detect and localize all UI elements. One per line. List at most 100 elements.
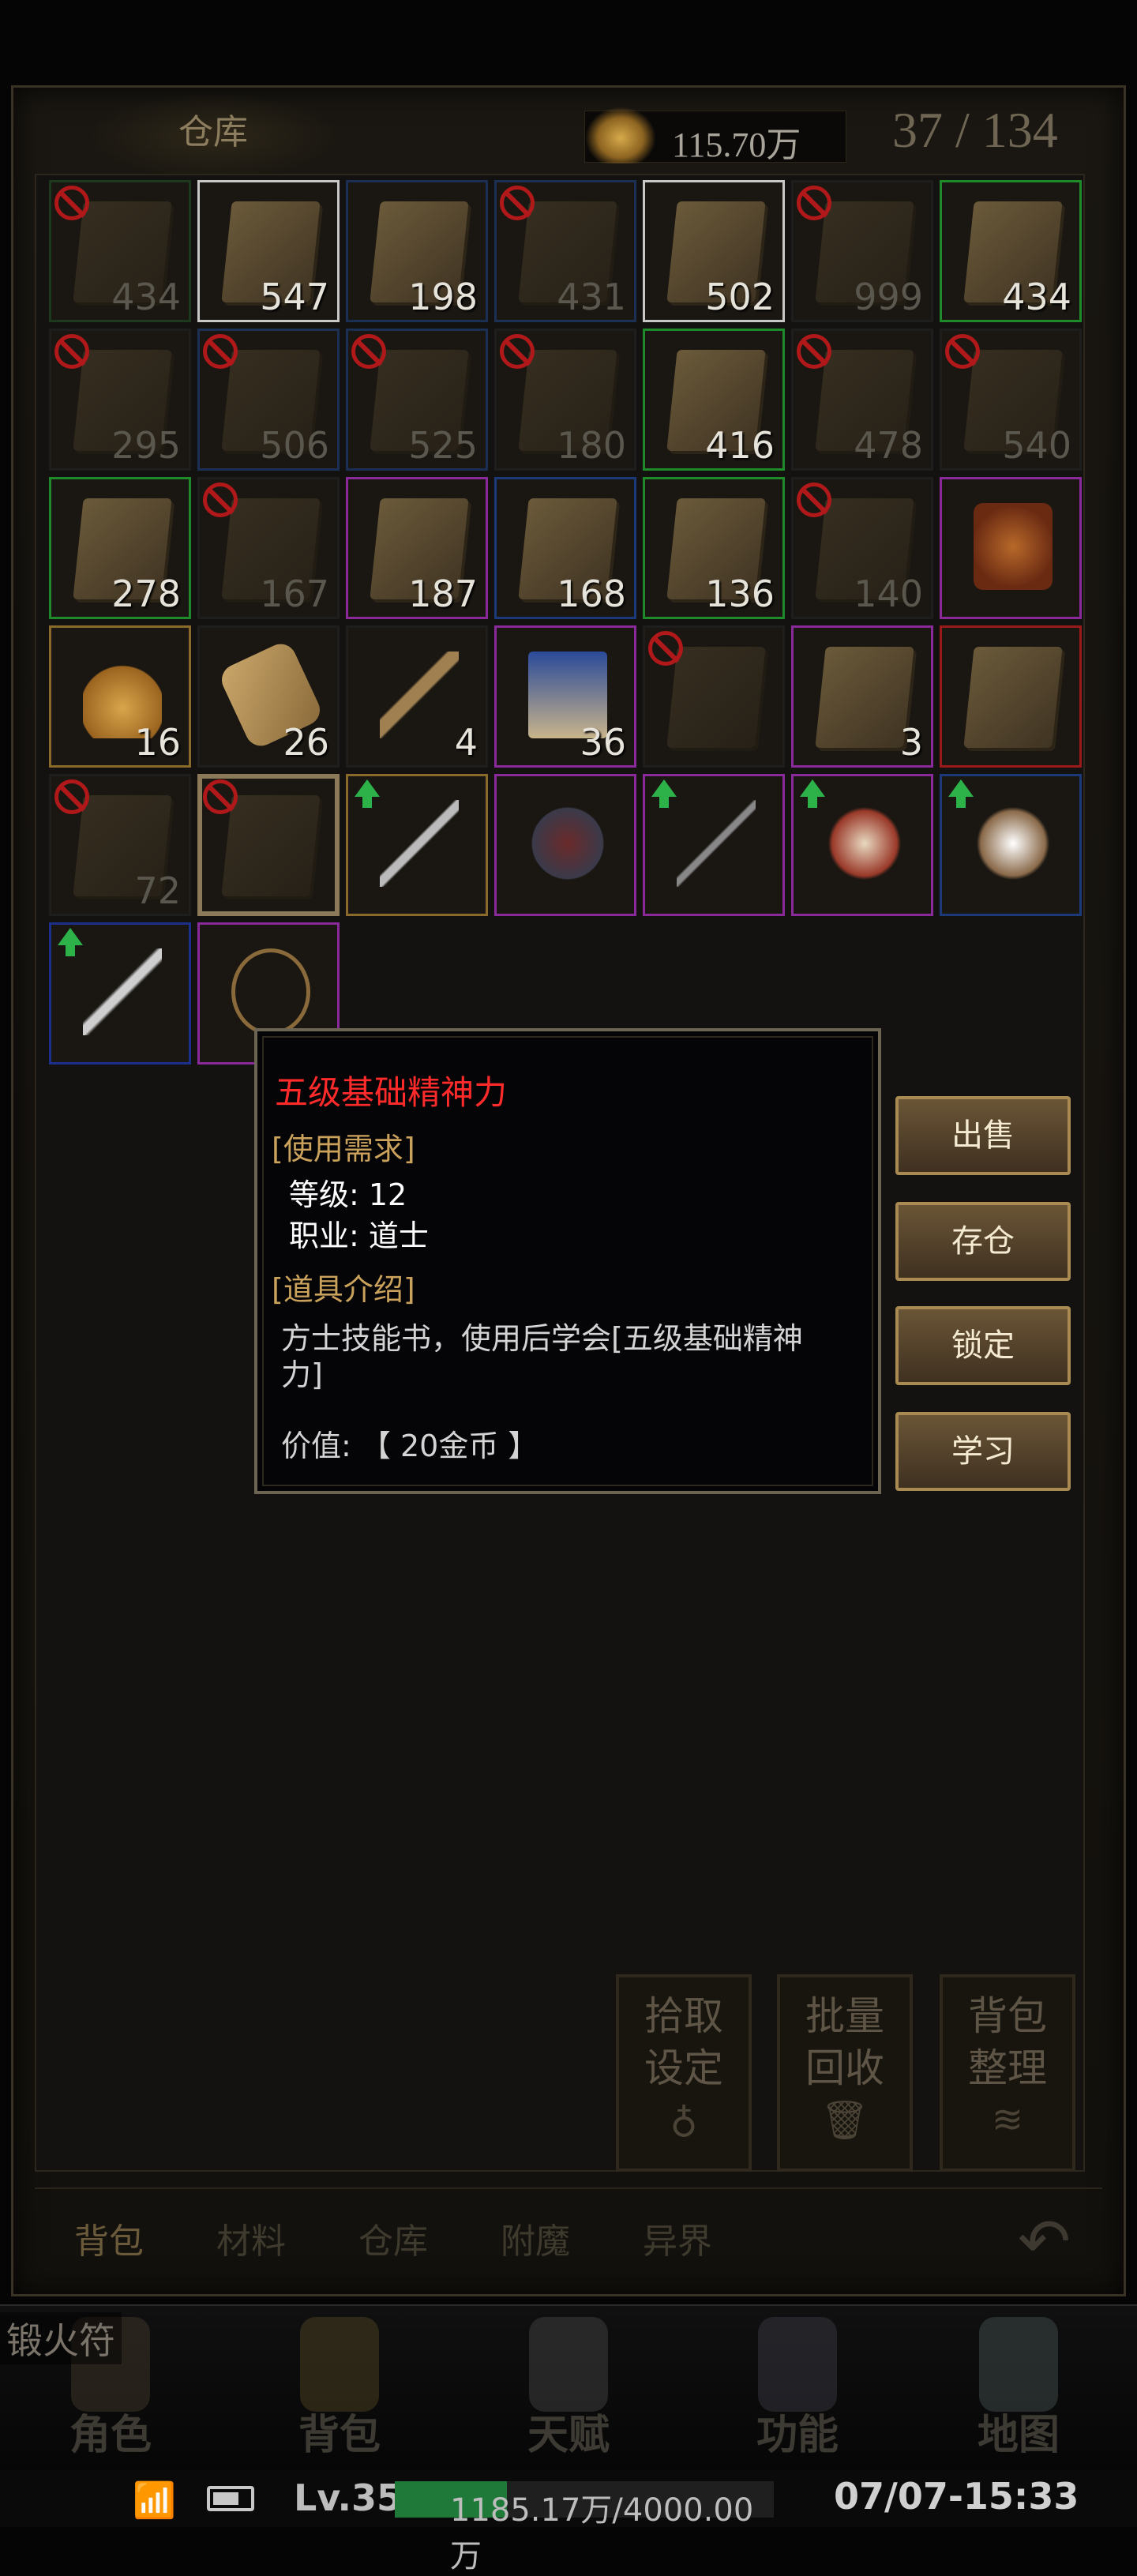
helm-icon — [528, 800, 607, 887]
inventory-slot[interactable] — [940, 774, 1082, 916]
inventory-slot[interactable]: 502 — [643, 180, 785, 322]
store-button[interactable]: 存仓 — [895, 1202, 1071, 1281]
inventory-slot[interactable]: 434 — [49, 180, 191, 322]
key-icon — [380, 652, 459, 738]
unusable-icon — [797, 334, 831, 369]
inventory-slot[interactable]: 3 — [791, 625, 933, 768]
batch-recycle-label: 批量 回收 — [805, 1993, 884, 2091]
inventory-slot[interactable]: 26 — [197, 625, 340, 768]
inventory-slot[interactable]: 478 — [791, 329, 933, 471]
description-header: [道具介绍] — [272, 1272, 415, 1307]
inventory-slot[interactable]: 999 — [791, 180, 933, 322]
exp-bar: 1185.17万/4000.00万 — [395, 2481, 774, 2574]
upgrade-arrow-icon — [355, 779, 380, 808]
unusable-icon — [203, 483, 238, 517]
sell-button[interactable]: 出售 — [895, 1096, 1071, 1175]
inventory-slot[interactable] — [197, 774, 340, 916]
sort-bag-button[interactable]: 背包 整理 ≋ — [940, 1974, 1075, 2172]
inventory-slot[interactable]: 36 — [494, 625, 636, 768]
battery-icon — [207, 2486, 254, 2511]
item-count: 140 — [854, 573, 923, 615]
gold-amount: 115.70万 — [672, 126, 801, 164]
tab-bag[interactable]: 背包 — [74, 2213, 144, 2263]
upgrade-arrow-icon — [58, 928, 83, 956]
item-count: 999 — [854, 276, 923, 318]
nav-talent[interactable]: 天赋 — [458, 2306, 679, 2472]
class-requirement: 职业: 道士 — [289, 1219, 429, 1253]
item-name: 五级基础精神力 — [275, 1073, 508, 1112]
nav-map[interactable]: 地图 — [908, 2306, 1129, 2472]
clock: 07/07-15:33 — [834, 2475, 1079, 2518]
item-tooltip: 五级基础精神力 [使用需求] 等级: 12 职业: 道士 [道具介绍] 方士技能… — [254, 1028, 881, 1494]
orb2-icon — [974, 800, 1053, 887]
inventory-slot[interactable]: 168 — [494, 477, 636, 619]
player-level: Lv.35 — [294, 2476, 403, 2519]
inventory-slot[interactable]: 140 — [791, 477, 933, 619]
item-count: 547 — [260, 276, 329, 318]
tab-enchant[interactable]: 附魔 — [501, 2213, 570, 2263]
inventory-slot[interactable] — [643, 625, 785, 768]
tab-warehouse[interactable]: 仓库 — [358, 2213, 428, 2263]
item-count: 180 — [557, 424, 626, 467]
inventory-slot[interactable]: 506 — [197, 329, 340, 471]
bag-icon: ♁ — [670, 2097, 698, 2142]
inventory-slot[interactable]: 547 — [197, 180, 340, 322]
item-value: 价值: 【 20金币 】 — [281, 1429, 538, 1463]
learn-button[interactable]: 学习 — [895, 1412, 1071, 1491]
inventory-slot[interactable]: 4 — [346, 625, 488, 768]
lock-button[interactable]: 锁定 — [895, 1306, 1071, 1385]
gold-display: 115.70万 — [584, 107, 846, 164]
item-count: 525 — [408, 424, 478, 467]
capacity-counter: 37 / 134 — [892, 102, 1058, 158]
inventory-slot[interactable]: 198 — [346, 180, 488, 322]
anvil-icon — [758, 2317, 837, 2412]
inventory-slot[interactable]: 167 — [197, 477, 340, 619]
inventory-slot[interactable]: 278 — [49, 477, 191, 619]
inventory-slot[interactable]: 295 — [49, 329, 191, 471]
inventory-slot[interactable]: 136 — [643, 477, 785, 619]
inventory-slot[interactable] — [643, 774, 785, 916]
item-count: 540 — [1002, 424, 1071, 467]
nav-function[interactable]: 功能 — [687, 2306, 908, 2472]
exp-text: 1185.17万/4000.00万 — [450, 2492, 754, 2574]
skill-book-icon — [963, 647, 1063, 748]
inventory-slot[interactable]: 431 — [494, 180, 636, 322]
tab-otherworld[interactable]: 异界 — [643, 2213, 712, 2263]
unusable-icon — [54, 334, 89, 369]
inventory-slot[interactable]: 72 — [49, 774, 191, 916]
inventory-slot[interactable]: 187 — [346, 477, 488, 619]
unusable-icon — [797, 186, 831, 220]
item-count: 168 — [557, 573, 626, 615]
inventory-slot[interactable] — [346, 774, 488, 916]
unusable-icon — [203, 779, 238, 814]
item-count: 3 — [899, 721, 923, 764]
trash-icon: 🗑 — [820, 2098, 869, 2142]
layers-icon: ≋ — [991, 2097, 1024, 2142]
inventory-slot[interactable]: 416 — [643, 329, 785, 471]
inventory-slot[interactable]: 540 — [940, 329, 1082, 471]
inventory-slot[interactable] — [791, 774, 933, 916]
nav-bag[interactable]: 背包 — [229, 2306, 450, 2472]
batch-recycle-button[interactable]: 批量 回收 🗑 — [777, 1974, 913, 2172]
upgrade-arrow-icon — [948, 779, 974, 808]
inventory-slot[interactable] — [940, 477, 1082, 619]
inventory-slot[interactable]: 434 — [940, 180, 1082, 322]
nav-character-label: 角色 — [69, 2411, 152, 2459]
item-count: 16 — [134, 721, 181, 764]
item-count: 167 — [260, 573, 329, 615]
item-count: 26 — [283, 721, 329, 764]
tab-materials[interactable]: 材料 — [216, 2213, 286, 2263]
inventory-slot[interactable] — [494, 774, 636, 916]
unusable-icon — [500, 334, 535, 369]
inventory-slot[interactable]: 525 — [346, 329, 488, 471]
inventory-slot[interactable]: 16 — [49, 625, 191, 768]
inventory-slot[interactable] — [940, 625, 1082, 768]
upgrade-arrow-icon — [800, 779, 825, 808]
inventory-slot[interactable] — [49, 922, 191, 1065]
item-description: 方士技能书，使用后学会[五级基础精神力] — [281, 1321, 803, 1392]
inventory-slot[interactable]: 180 — [494, 329, 636, 471]
back-arrow-icon[interactable]: ↶ — [1018, 2205, 1071, 2278]
panel-title: 仓库 — [87, 93, 340, 180]
gold-ingot-icon — [585, 107, 656, 163]
pickup-settings-button[interactable]: 拾取 设定 ♁ — [616, 1974, 752, 2172]
